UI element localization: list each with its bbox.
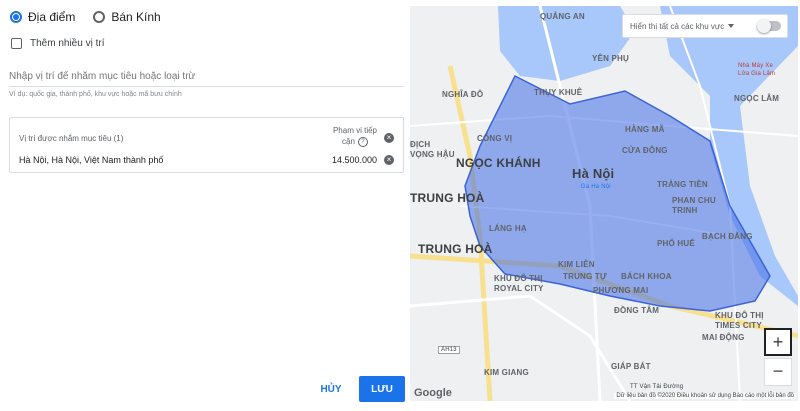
map-label: TRÀNG TIỀN [657, 180, 708, 189]
map-label: PHƯƠNG MAI [593, 286, 649, 295]
zoom-in-button[interactable]: + [764, 328, 792, 356]
map-label: CỐNG VỊ [477, 134, 513, 143]
radio-location-label: Địa điểm [28, 10, 76, 24]
map-label: TT Vận Tải Đường [630, 384, 684, 390]
radio-radius-label: Bán Kính [111, 10, 161, 24]
map-label: HÀNG MÃ [625, 125, 665, 134]
add-multiple-locations[interactable]: Thêm nhiều vị trí [11, 38, 104, 49]
map-label: CỬA ĐÔNG [622, 146, 668, 155]
map-label: QUẢNG AN [540, 12, 585, 21]
reach-header-line1: Phạm vi tiếp [332, 126, 377, 135]
radio-location[interactable]: Địa điểm [10, 10, 75, 24]
map-label: BẠCH ĐẰNG [702, 232, 753, 241]
map-label: NGỌC KHÁNH [456, 156, 541, 170]
map-label: PHAN CHU TRINH [672, 196, 716, 215]
location-panel: Địa điểm Bán Kính Thêm nhiều vị trí Ví d… [0, 0, 410, 411]
highway-badge: AH13 [438, 346, 460, 354]
map-label: PHỐ HUẾ [657, 239, 695, 248]
map-label: NGỌC LÂM [734, 94, 780, 103]
map[interactable]: QUẢNG AN YÊN PHỤ Nhà Máy Xe Lửa Gia Lâm … [410, 6, 798, 401]
map-label: KIM GIANG [484, 368, 529, 377]
map-label: TRUNG HOÀ [410, 191, 485, 205]
map-label: GIÁP BÁT [611, 362, 651, 371]
map-label: Hà Nội [572, 166, 615, 181]
checkbox-icon[interactable] [11, 38, 22, 49]
targeted-location-reach: 14.500.000 [331, 155, 377, 165]
help-icon[interactable]: ? [357, 136, 368, 147]
targeted-locations-panel: Vị trí được nhắm mục tiêu (1) Phạm vi ti… [9, 117, 404, 173]
map-label: Ga Hà Nội [581, 184, 611, 190]
save-button[interactable]: LƯU [359, 376, 405, 402]
map-label: TRUNG HOÀ [418, 242, 493, 256]
remove-location-button[interactable]: × [384, 155, 394, 165]
caret-down-icon [728, 24, 735, 28]
map-label: THỤY KHUÊ [534, 88, 583, 97]
map-label: NGHĨA ĐÔ [442, 90, 484, 99]
location-type-radio-group: Địa điểm Bán Kính [10, 10, 179, 24]
zoom-out-button[interactable]: − [764, 358, 792, 386]
map-label: YÊN PHỤ [592, 54, 629, 63]
targeted-location-name: Hà Nội, Hà Nội, Việt Nam thành phố [19, 155, 164, 165]
map-label: LÁNG HẠ [489, 224, 527, 233]
show-all-areas-label: Hiển thị tất cả các khu vực [630, 21, 725, 31]
map-attribution[interactable]: Dữ liệu bản đồ ©2020 Điều khoản sử dụng … [614, 393, 796, 399]
location-search-input[interactable] [9, 66, 404, 87]
map-label: TRUNG TỰ [563, 272, 607, 281]
map-label: KIM LIÊN [558, 260, 595, 269]
show-all-areas-dropdown[interactable]: Hiển thị tất cả các khu vực [622, 14, 788, 38]
map-label: ĐỒNG TÂM [614, 306, 660, 315]
map-label: KHU ĐÔ THỊ ROYAL CITY [494, 274, 544, 293]
map-label: BÁCH KHOA [621, 272, 672, 281]
radio-selected-icon[interactable] [10, 11, 22, 23]
cancel-button[interactable]: HỦY [314, 376, 348, 402]
radio-radius[interactable]: Bán Kính [93, 10, 161, 24]
remove-all-button[interactable]: × [384, 133, 394, 143]
show-all-areas-toggle[interactable] [757, 19, 781, 33]
add-multiple-locations-label: Thêm nhiều vị trí [30, 38, 105, 49]
map-label: KHU ĐÔ THỊ TIMES CITY [715, 311, 764, 330]
reach-header: Phạm vi tiếp cận? [333, 125, 377, 147]
map-label: MAI ĐỘNG [702, 333, 745, 342]
radio-unselected-icon[interactable] [93, 11, 106, 23]
targeted-locations-title: Vị trí được nhắm mục tiêu (1) [19, 134, 124, 143]
search-hint: Ví dụ: quốc gia, thành phố, khu vực hoặc… [9, 91, 182, 98]
map-label: ĐỊCH VỌNG HẬU [410, 140, 455, 159]
google-logo: Google [414, 387, 452, 399]
map-label: Nhà Máy Xe Lửa Gia Lâm [738, 63, 776, 77]
reach-header-line2: cận [342, 137, 355, 146]
